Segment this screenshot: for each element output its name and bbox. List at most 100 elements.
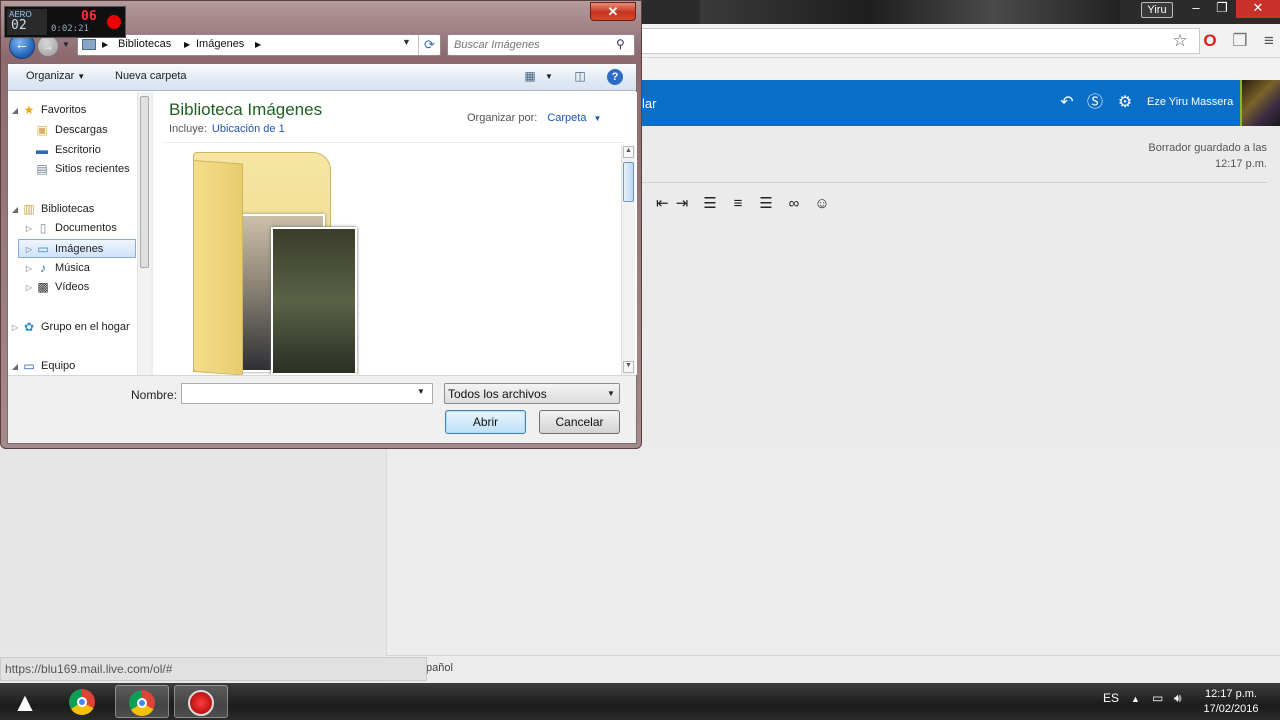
bookmark-bar <box>640 58 1280 80</box>
increase-indent-icon[interactable]: ⇥ <box>668 194 696 214</box>
view-options-icon[interactable]: ▦ <box>521 69 539 85</box>
preview-pane-icon[interactable]: ◫ <box>571 69 589 85</box>
chevron-down-icon[interactable]: ▼ <box>594 114 602 123</box>
user-name[interactable]: Eze Yiru Massera <box>1147 96 1233 108</box>
scroll-up-arrow-icon[interactable]: ▲ <box>623 146 634 158</box>
header-link-partial[interactable]: lar <box>642 96 656 111</box>
left-panel-background <box>0 449 386 655</box>
menu-icon[interactable]: ≡ <box>1258 30 1280 52</box>
library-includes: Incluye: Ubicación de 1 <box>169 123 285 135</box>
taskbar-chrome[interactable] <box>56 685 110 718</box>
history-chevron-down-icon[interactable]: ▼ <box>62 40 70 49</box>
nav-scroll-thumb[interactable] <box>140 96 149 268</box>
nav-item-images[interactable]: ▷ ▭ Imágenes <box>18 239 136 258</box>
collapse-triangle-icon[interactable]: ◢ <box>11 200 19 219</box>
taskbar-recorder[interactable] <box>174 685 228 718</box>
refresh-icon[interactable]: ⟳ <box>418 35 440 55</box>
network-icon[interactable]: ▭ <box>1152 691 1163 705</box>
arrange-dropdown[interactable]: Carpeta <box>547 112 586 124</box>
nav-item-music[interactable]: ▷ ♪ Música <box>8 259 136 278</box>
nav-item-downloads[interactable]: ▣ Descargas <box>8 121 136 140</box>
command-bar: Organizar ▼ Nueva carpeta ▦ ▼ ◫ ? <box>8 64 636 91</box>
expand-triangle-icon[interactable]: ▷ <box>25 219 33 238</box>
nav-item-libraries[interactable]: ◢ ▥ Bibliotecas <box>8 200 136 219</box>
align-left-icon[interactable]: ☰ <box>696 194 724 214</box>
nav-item-homegroup[interactable]: ▷ ✿ Grupo en el hogar <box>8 318 136 337</box>
emoji-icon[interactable]: ☺ <box>808 194 836 214</box>
collapse-triangle-icon[interactable]: ◢ <box>11 101 19 120</box>
search-field[interactable]: ⚲ <box>447 34 635 56</box>
nav-item-documents[interactable]: ▷ ▯ Documentos <box>8 219 136 238</box>
nav-item-videos[interactable]: ▷ ▩ Vídeos <box>8 278 136 297</box>
collapse-triangle-icon[interactable]: ◢ <box>11 357 19 376</box>
open-button[interactable]: Abrir <box>445 410 526 434</box>
content-scroll-thumb[interactable] <box>623 162 634 202</box>
screen-recorder-widget[interactable]: AERO 02 06 0:02:21 <box>4 6 126 38</box>
downloads-folder-icon: ▣ <box>36 123 48 137</box>
expand-triangle-icon[interactable]: ▷ <box>25 278 33 297</box>
nav-item-desktop[interactable]: ▬ Escritorio <box>8 141 136 160</box>
align-right-icon[interactable]: ☰ <box>752 194 780 214</box>
bookmark-star-icon[interactable]: ☆ <box>1169 30 1191 52</box>
skype-icon[interactable]: Ⓢ <box>1085 93 1105 113</box>
view-chevron-down-icon[interactable]: ▼ <box>545 72 553 81</box>
filename-dropdown-icon[interactable]: ▼ <box>417 383 431 404</box>
dialog-close-button[interactable]: ✕ <box>590 2 636 21</box>
opera-extension-icon[interactable]: O <box>1199 30 1221 52</box>
nav-item-favorites[interactable]: ◢ ★ Favoritos <box>8 101 136 120</box>
search-input[interactable] <box>454 37 614 53</box>
music-note-icon: ♪ <box>40 261 46 275</box>
record-dot-icon[interactable] <box>107 15 121 29</box>
align-center-icon[interactable]: ≡ <box>724 194 752 214</box>
scroll-down-arrow-icon[interactable]: ▼ <box>623 361 634 373</box>
expand-triangle-icon[interactable]: ▷ <box>11 318 19 337</box>
draft-status: Borrador guardado a las 12:17 p.m. <box>1148 140 1267 172</box>
clock[interactable]: 12:17 p.m. 17/02/2016 <box>1196 687 1266 717</box>
tray-expand-icon[interactable]: ▲ <box>1131 694 1140 704</box>
extension-icon[interactable]: ❒ <box>1229 30 1251 52</box>
new-folder-button[interactable]: Nueva carpeta <box>115 70 187 82</box>
language-indicator[interactable]: ES <box>1103 691 1119 705</box>
omnibox[interactable] <box>640 28 1200 54</box>
film-icon: ▩ <box>37 280 49 294</box>
includes-link[interactable]: Ubicación de 1 <box>212 123 285 135</box>
path-dropdown-icon[interactable]: ▼ <box>402 37 411 47</box>
expand-triangle-icon[interactable]: ▷ <box>25 259 33 278</box>
start-button[interactable]: ▲ <box>6 686 44 718</box>
taskbar-chrome-active[interactable] <box>115 685 169 718</box>
chevron-down-icon: ▼ <box>607 389 615 398</box>
organize-menu[interactable]: Organizar ▼ <box>26 70 85 82</box>
file-type-select[interactable]: Todos los archivos ▼ <box>444 383 620 404</box>
maximize-button[interactable]: ❐ <box>1209 0 1235 18</box>
minimize-button[interactable]: – <box>1183 0 1209 18</box>
expand-triangle-icon[interactable]: ▷ <box>25 240 33 257</box>
dialog-footer: Nombre: ▼ Todos los archivos ▼ Abrir Can… <box>8 375 636 443</box>
help-icon[interactable]: ? <box>607 69 623 85</box>
avatar[interactable] <box>1240 80 1280 126</box>
profile-chip[interactable]: Yiru <box>1141 2 1173 18</box>
content-scrollbar[interactable]: ▲ ▼ <box>621 146 635 375</box>
message-body[interactable] <box>386 449 1280 655</box>
settings-gear-icon[interactable]: ⚙ <box>1115 93 1135 113</box>
library-folder-icon <box>82 39 96 50</box>
cancel-button[interactable]: Cancelar <box>539 410 620 434</box>
computer-icon: ▭ <box>23 359 35 373</box>
breadcrumb-images[interactable]: Imágenes <box>196 38 244 50</box>
breadcrumb-chevron-icon: ▶ <box>102 40 109 49</box>
breadcrumb-libraries[interactable]: Bibliotecas <box>118 38 171 50</box>
decrease-indent-icon[interactable]: ⇤ <box>656 194 669 214</box>
link-icon[interactable]: ∞ <box>780 194 808 214</box>
search-icon[interactable]: ⚲ <box>616 37 625 51</box>
nav-item-recent[interactable]: ▤ Sitios recientes <box>8 160 136 179</box>
filename-input[interactable] <box>181 383 433 404</box>
volume-icon[interactable]: 🔊︎ <box>1174 691 1182 706</box>
undo-icon[interactable]: ↶ <box>1057 93 1077 113</box>
forward-arrow-icon[interactable]: → <box>37 35 59 57</box>
language-link-partial[interactable]: pañol <box>426 662 453 674</box>
nav-item-computer[interactable]: ◢ ▭ Equipo <box>8 357 136 376</box>
address-path[interactable]: ▶ Bibliotecas ▶ Imágenes ▶ ▼ ⟳ <box>77 34 441 56</box>
open-file-dialog: ✕ ← → ▼ ▶ Bibliotecas ▶ Imágenes ▶ ▼ ⟳ ⚲… <box>0 0 642 449</box>
browser-close-button[interactable]: ✕ <box>1236 0 1280 18</box>
folder-thumbnail[interactable] <box>193 152 363 376</box>
nav-scrollbar[interactable] <box>137 92 151 375</box>
